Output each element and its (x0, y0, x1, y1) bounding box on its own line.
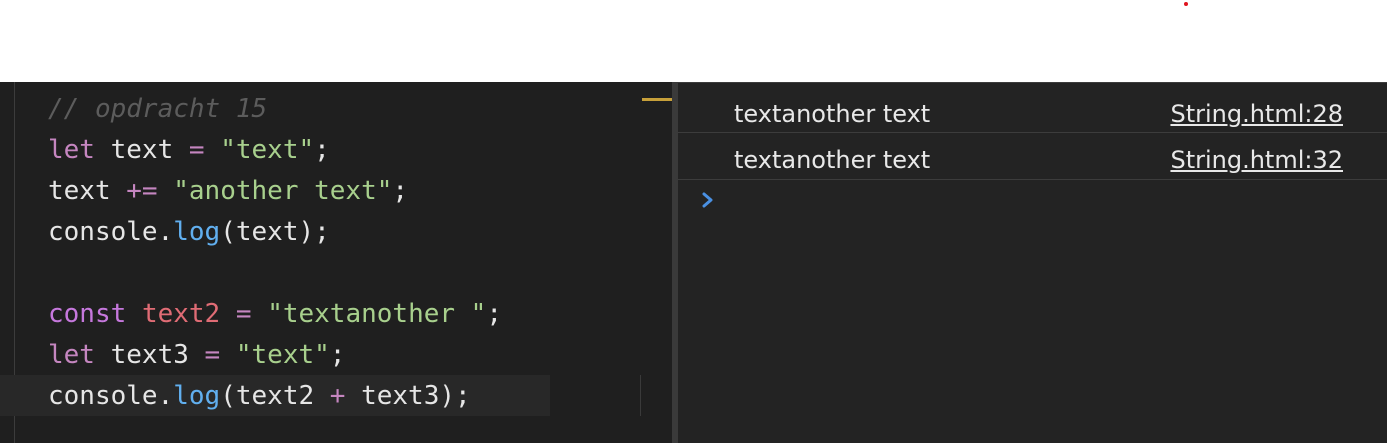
console-source-link[interactable]: String.html:32 (1170, 137, 1343, 183)
code-token: text3); (345, 381, 471, 411)
code-token: text (48, 176, 127, 206)
code-line[interactable]: let text3 = "text"; (48, 335, 345, 376)
code-token: console (48, 381, 158, 411)
code-token: log (173, 217, 221, 247)
console-message: textanother text (734, 146, 931, 174)
console-panel[interactable]: textanother text String.html:28 textanot… (678, 82, 1387, 443)
code-token: "another text" (173, 176, 393, 206)
code-token: text2 (141, 299, 221, 329)
code-token: = (204, 340, 221, 370)
editor-ruler (640, 375, 641, 416)
code-line[interactable]: console.log(text); (48, 212, 330, 253)
console-message: textanother text (734, 100, 931, 128)
code-token: . (157, 381, 174, 411)
console-row-separator (678, 82, 1387, 83)
code-line[interactable]: console.log(text2 + text3); (48, 376, 471, 417)
red-dot-marker (1184, 2, 1188, 6)
code-token: console (48, 217, 158, 247)
top-blank-area (0, 0, 1387, 82)
code-token: ; (314, 135, 330, 165)
code-token: = (188, 135, 205, 165)
code-token: ; (486, 299, 502, 329)
console-source-link[interactable]: String.html:28 (1170, 91, 1343, 137)
code-line[interactable]: // opdracht 15 (48, 89, 267, 130)
code-token: (text2 (220, 381, 330, 411)
console-row-separator (678, 179, 1387, 180)
code-token: let (48, 340, 95, 370)
code-token: += (126, 176, 158, 206)
code-token: const (48, 299, 127, 329)
code-token: let (48, 135, 95, 165)
code-line[interactable]: text += "another text"; (48, 171, 408, 212)
code-token: text3 (94, 340, 205, 370)
code-line[interactable]: const text2 = "textanother "; (48, 294, 502, 335)
code-token: = (235, 299, 252, 329)
scrollbar-marker (642, 98, 672, 101)
code-editor[interactable]: // opdracht 15 let text = "text"; text += … (0, 82, 672, 443)
code-line[interactable]: let text = "text"; (48, 130, 330, 171)
code-token: (text); (220, 217, 330, 247)
console-row-separator (678, 132, 1387, 133)
code-token: . (157, 217, 174, 247)
code-token: text (94, 135, 189, 165)
code-token: log (173, 381, 221, 411)
code-token: "text" (235, 340, 330, 370)
code-token: // opdracht 15 (48, 94, 268, 124)
code-token: ; (392, 176, 409, 206)
code-token: "text" (220, 135, 315, 165)
chevron-right-icon[interactable] (698, 186, 718, 214)
code-token: ; (329, 340, 346, 370)
code-token: + (329, 381, 346, 411)
code-token: "textanother " (267, 299, 487, 329)
